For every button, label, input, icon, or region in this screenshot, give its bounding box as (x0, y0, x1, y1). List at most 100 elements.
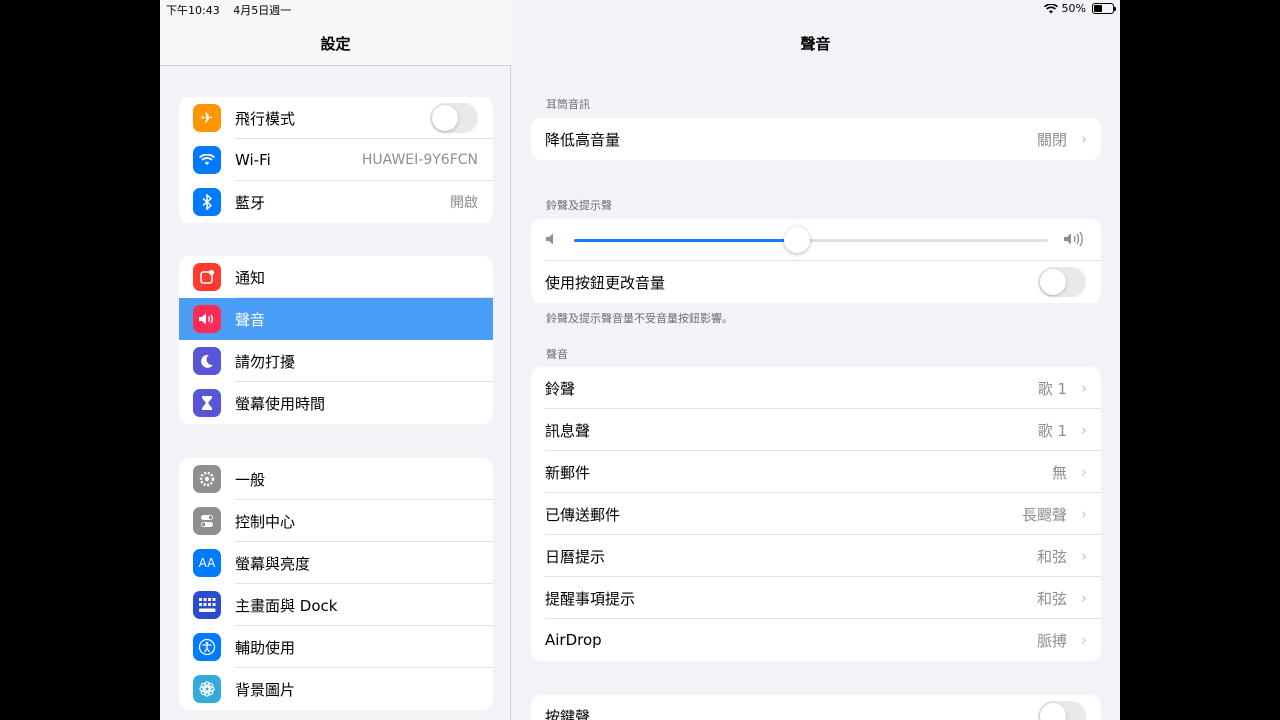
sounds-detail-pane: 聲音 耳筒音訊 降低高音量 關閉 › 鈴聲及提示聲 使用按鈕更改音量 鈴聲及提示… (511, 0, 1120, 720)
sidebar-item-label: 一般 (235, 470, 266, 489)
chevron-right-icon: › (1081, 589, 1087, 607)
row-label: 日曆提示 (545, 547, 606, 566)
page-title: 聲音 (800, 35, 831, 53)
row-value: 長颼聲 (1021, 505, 1067, 524)
sidebar-item-control-center[interactable]: 控制中心 (179, 500, 493, 542)
headphone-audio-group: 降低高音量 關閉 › (531, 118, 1101, 160)
hourglass-icon (193, 389, 221, 417)
change-with-buttons-toggle[interactable] (1038, 267, 1086, 297)
row-label: 訊息聲 (545, 421, 591, 440)
sound-row-new-mail[interactable]: 新郵件 無 › (531, 451, 1101, 493)
slider-thumb[interactable] (783, 227, 810, 253)
sidebar-item-display-brightness[interactable]: AA 螢幕與亮度 (179, 542, 493, 584)
wifi-icon (193, 146, 221, 174)
status-time: 下午10:43 (166, 4, 220, 17)
sound-row-reminder-alerts[interactable]: 提醒事項提示 和弦 › (531, 577, 1101, 619)
sidebar-item-screen-time[interactable]: 螢幕使用時間 (179, 382, 493, 424)
sidebar-item-bluetooth[interactable]: 藍牙 開啟 (179, 181, 493, 223)
settings-sidebar: 設定 ✈ 飛行模式 Wi-Fi HUAWEI-9Y6FCN 藍牙 開啟 通知 聲… (160, 0, 511, 720)
sidebar-item-label: 主畫面與 Dock (235, 596, 338, 615)
keyboard-clicks-toggle[interactable] (1038, 701, 1086, 720)
sidebar-item-wallpaper[interactable]: 背景圖片 (179, 668, 493, 710)
airplane-mode-toggle[interactable] (430, 103, 478, 133)
home-grid-icon (193, 591, 221, 619)
notifications-icon (193, 263, 221, 291)
row-label: 降低高音量 (545, 130, 621, 149)
row-value: 和弦 (1036, 547, 1067, 566)
chevron-right-icon: › (1081, 547, 1087, 565)
ringer-volume-row (531, 219, 1101, 261)
sidebar-title: 設定 (320, 35, 351, 53)
row-label: 使用按鈕更改音量 (545, 273, 666, 292)
row-label: 已傳送郵件 (545, 505, 621, 524)
sound-row-sent-mail[interactable]: 已傳送郵件 長颼聲 › (531, 493, 1101, 535)
section-header-sounds: 聲音 (546, 348, 568, 361)
row-value: 歌 1 (1037, 379, 1067, 398)
sidebar-group-connectivity: ✈ 飛行模式 Wi-Fi HUAWEI-9Y6FCN 藍牙 開啟 (179, 97, 493, 223)
sidebar-item-label: 背景圖片 (235, 680, 296, 699)
section-header-headphone: 耳筒音訊 (546, 98, 590, 111)
chevron-right-icon: › (1081, 631, 1087, 649)
switches-icon (193, 507, 221, 535)
sidebar-item-label: 通知 (235, 268, 266, 287)
row-label: 按鍵聲 (545, 707, 591, 720)
row-label: AirDrop (545, 631, 602, 649)
airplane-icon: ✈ (193, 104, 221, 132)
row-value: 歌 1 (1037, 421, 1067, 440)
wifi-network-name: HUAWEI-9Y6FCN (361, 152, 478, 168)
row-label: 提醒事項提示 (545, 589, 636, 608)
sound-row-ringtone[interactable]: 鈴聲 歌 1 › (531, 367, 1101, 409)
sidebar-group-alerts: 通知 聲音 請勿打擾 螢幕使用時間 (179, 256, 493, 424)
chevron-right-icon: › (1081, 379, 1087, 397)
sidebar-item-do-not-disturb[interactable]: 請勿打擾 (179, 340, 493, 382)
sidebar-item-label: 輔助使用 (235, 638, 296, 657)
chevron-right-icon: › (1081, 421, 1087, 439)
bluetooth-icon (193, 188, 221, 216)
sidebar-item-label: 螢幕使用時間 (235, 394, 326, 413)
keyboard-clicks-row: 按鍵聲 (531, 695, 1101, 720)
sidebar-item-sounds[interactable]: 聲音 (179, 298, 493, 340)
speaker-icon (193, 305, 221, 333)
sidebar-item-accessibility[interactable]: 輔助使用 (179, 626, 493, 668)
battery-icon (1092, 3, 1116, 14)
sidebar-item-label: 控制中心 (235, 512, 296, 531)
reduce-loud-audio-row[interactable]: 降低高音量 關閉 › (531, 118, 1101, 160)
ipad-screen: 下午10:43 4月5日週一 50% 設定 ✈ 飛行模式 Wi-Fi HUAWE… (160, 0, 1120, 720)
sidebar-item-label: 請勿打擾 (235, 352, 296, 371)
sidebar-item-home-screen-dock[interactable]: 主畫面與 Dock (179, 584, 493, 626)
ringer-alerts-group: 使用按鈕更改音量 (531, 219, 1101, 303)
volume-high-icon (1064, 231, 1083, 247)
row-value: 無 (1051, 463, 1067, 482)
wifi-status-icon (1043, 3, 1058, 13)
status-date: 4月5日週一 (233, 4, 292, 17)
row-label: 新郵件 (545, 463, 591, 482)
sidebar-item-label: 飛行模式 (235, 109, 296, 128)
row-label: 鈴聲 (545, 379, 576, 398)
accessibility-icon (193, 633, 221, 661)
sidebar-group-general: 一般 控制中心 AA 螢幕與亮度 主畫面與 Dock 輔助使用 背景圖片 (179, 458, 493, 710)
sidebar-item-general[interactable]: 一般 (179, 458, 493, 500)
moon-icon (193, 347, 221, 375)
sound-row-airdrop[interactable]: AirDrop 脈搏 › (531, 619, 1101, 661)
gear-icon (193, 465, 221, 493)
sidebar-item-label: 藍牙 (235, 193, 266, 212)
ringer-volume-slider[interactable] (574, 227, 1048, 253)
battery-percent: 50% (1061, 2, 1086, 15)
sounds-group: 鈴聲 歌 1 › 訊息聲 歌 1 › 新郵件 無 › 已傳送郵件 長颼聲 › 日… (531, 367, 1101, 661)
flower-icon (193, 675, 221, 703)
chevron-right-icon: › (1081, 505, 1087, 523)
keyboard-clicks-group: 按鍵聲 (531, 695, 1101, 720)
sidebar-item-airplane[interactable]: ✈ 飛行模式 (179, 97, 493, 139)
sound-row-calendar-alerts[interactable]: 日曆提示 和弦 › (531, 535, 1101, 577)
row-value: 關閉 (1036, 130, 1067, 149)
sidebar-item-notifications[interactable]: 通知 (179, 256, 493, 298)
text-size-icon: AA (193, 549, 221, 577)
sound-row-text-tone[interactable]: 訊息聲 歌 1 › (531, 409, 1101, 451)
sidebar-item-wifi[interactable]: Wi-Fi HUAWEI-9Y6FCN (179, 139, 493, 181)
ringer-footer-note: 鈴聲及提示聲音量不受音量按鈕影響。 (546, 312, 733, 325)
sidebar-item-label: Wi-Fi (235, 151, 271, 169)
sidebar-item-label: 聲音 (235, 310, 266, 329)
row-value: 和弦 (1036, 589, 1067, 608)
status-bar: 下午10:43 4月5日週一 50% (160, 0, 1120, 18)
sidebar-item-label: 螢幕與亮度 (235, 554, 311, 573)
